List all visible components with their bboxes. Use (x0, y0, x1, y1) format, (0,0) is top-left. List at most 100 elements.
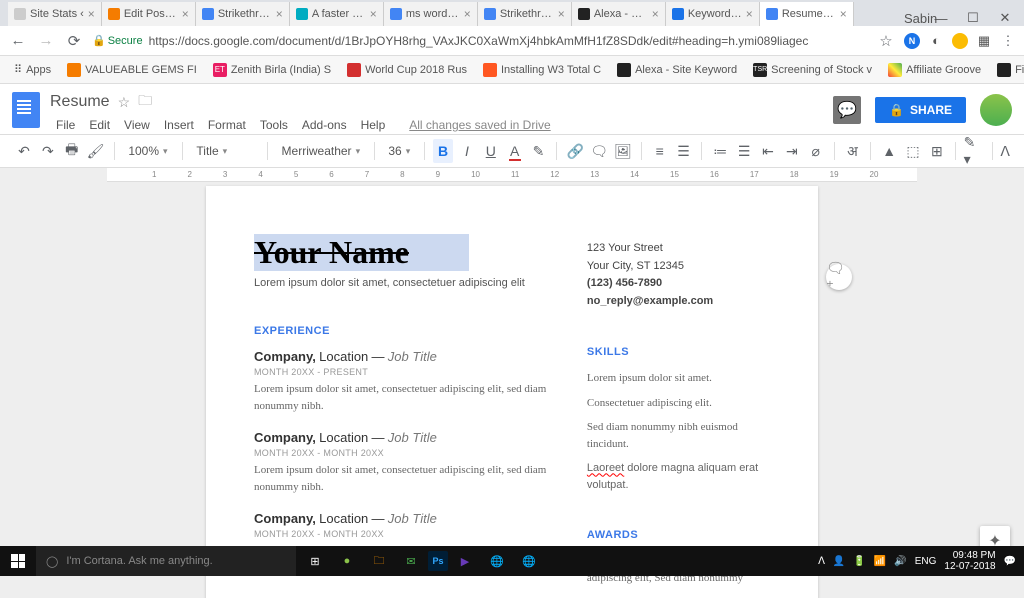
undo-icon[interactable]: ↶ (14, 139, 34, 163)
decrease-indent-icon[interactable]: ⇤ (758, 139, 778, 163)
spelling-error[interactable]: Laoreet (587, 462, 624, 474)
apps-shortcut[interactable]: ⠿Apps (8, 61, 57, 78)
star-icon[interactable]: ☆ (118, 94, 131, 111)
browser-tab[interactable]: Alexa - Site× (572, 2, 666, 26)
document-title[interactable]: Resume (50, 93, 110, 111)
menu-help[interactable]: Help (355, 116, 392, 134)
wifi-icon[interactable]: 📶 (874, 556, 886, 567)
battery-icon[interactable]: 🔋 (853, 556, 865, 567)
bookmark-item[interactable]: Fixya.com Traffic, De (991, 61, 1024, 79)
link-icon[interactable]: 🔗 (565, 139, 585, 163)
taskbar-app-icon[interactable]: Ps (428, 551, 448, 571)
text-color-button[interactable]: A (505, 139, 525, 163)
reload-icon[interactable]: ⟳ (64, 32, 84, 50)
extension-icon[interactable]: ▦ (976, 33, 992, 49)
font-size-select[interactable]: 36 (382, 142, 416, 160)
forward-icon[interactable]: → (36, 32, 56, 49)
browser-tab[interactable]: A faster way× (290, 2, 384, 26)
input-tools-icon[interactable]: अ (843, 139, 863, 163)
bookmark-item[interactable]: Installing W3 Total C (477, 61, 607, 79)
highlight-button[interactable]: ✎ (529, 139, 549, 163)
numbered-list-icon[interactable]: ≔ (710, 139, 730, 163)
volume-icon[interactable]: 🔊 (894, 556, 906, 567)
toolbar-extra-icon[interactable]: ▲ (879, 139, 899, 163)
browser-tab[interactable]: Keyword Pla× (666, 2, 760, 26)
browser-tab[interactable]: ms word alt× (384, 2, 478, 26)
bookmark-item[interactable]: World Cup 2018 Rus (341, 61, 473, 79)
maximize-icon[interactable]: ☐ (958, 10, 988, 26)
underline-button[interactable]: U (481, 139, 501, 163)
chevron-up-icon[interactable]: ᐱ (1000, 143, 1010, 160)
menu-insert[interactable]: Insert (158, 116, 200, 134)
line-spacing-button[interactable]: ☰ (674, 139, 694, 163)
bookmark-item[interactable]: ETZenith Birla (India) S (207, 61, 337, 79)
toolbar-extra-icon[interactable]: ⬚ (903, 139, 923, 163)
star-icon[interactable]: ☆ (876, 32, 896, 50)
taskbar-app-icon[interactable]: 🌐 (482, 546, 512, 576)
language-indicator[interactable]: ENG (915, 556, 937, 567)
url-input[interactable]: 🔒 Secure https://docs.google.com/documen… (92, 34, 868, 48)
docs-logo-icon[interactable] (12, 92, 40, 128)
menu-icon[interactable]: ⋮ (1000, 33, 1016, 49)
bookmark-item[interactable]: VALUEABLE GEMS FI (61, 61, 203, 79)
add-comment-button[interactable]: 🗨⁺ (826, 264, 852, 290)
italic-button[interactable]: I (457, 139, 477, 163)
close-icon[interactable]: × (88, 7, 95, 21)
menu-file[interactable]: File (50, 116, 81, 134)
clear-format-icon[interactable]: ⌀ (806, 139, 826, 163)
bookmark-item[interactable]: Affiliate Groove (882, 61, 987, 79)
close-icon[interactable]: × (746, 7, 753, 21)
increase-indent-icon[interactable]: ⇥ (782, 139, 802, 163)
browser-tab[interactable]: Edit Post ‹ T× (102, 2, 196, 26)
taskbar-app-icon[interactable]: ● (332, 546, 362, 576)
close-icon[interactable]: × (652, 7, 659, 21)
editing-mode-icon[interactable]: ✎ ▾ (964, 139, 984, 163)
browser-tab[interactable]: Strikethroug× (196, 2, 290, 26)
menu-edit[interactable]: Edit (83, 116, 116, 134)
close-icon[interactable]: × (370, 7, 377, 21)
close-icon[interactable]: × (464, 7, 471, 21)
close-icon[interactable]: × (840, 7, 847, 21)
folder-icon[interactable]: 🗀 (138, 90, 152, 114)
paint-format-icon[interactable]: 🖌 (86, 139, 106, 163)
redo-icon[interactable]: ↷ (38, 139, 58, 163)
tray-icon[interactable]: 👤 (833, 556, 845, 567)
tray-chevron-icon[interactable]: ᐱ (818, 556, 825, 567)
bookmark-item[interactable]: TSRScreening of Stock v (747, 61, 878, 79)
share-button[interactable]: 🔒SHARE (875, 97, 966, 123)
align-button[interactable]: ≡ (650, 139, 670, 163)
extension-icon[interactable] (952, 33, 968, 49)
changes-saved-label[interactable]: All changes saved in Drive (403, 116, 556, 134)
menu-tools[interactable]: Tools (254, 116, 294, 134)
document-page[interactable]: 🗨⁺ Your Name Lorem ipsum dolor sit amet,… (206, 186, 818, 598)
browser-tab-active[interactable]: Resume - G× (760, 2, 854, 26)
extension-icon[interactable]: ◐ (928, 33, 944, 49)
taskbar-app-icon[interactable]: ✉ (396, 546, 426, 576)
close-icon[interactable]: × (182, 7, 189, 21)
comments-button[interactable]: 💬 (833, 96, 861, 124)
image-icon[interactable]: 🖼 (613, 139, 633, 163)
taskbar-app-icon[interactable]: ▶ (450, 546, 480, 576)
bulleted-list-icon[interactable]: ☰ (734, 139, 754, 163)
clock[interactable]: 09:48 PM 12-07-2018 (944, 550, 995, 572)
close-icon[interactable]: × (276, 7, 283, 21)
bold-button[interactable]: B (433, 139, 453, 163)
extension-icon[interactable]: N (904, 33, 920, 49)
print-icon[interactable]: 🖶 (62, 139, 82, 163)
zoom-select[interactable]: 100% (122, 142, 173, 160)
menu-format[interactable]: Format (202, 116, 252, 134)
close-icon[interactable]: × (558, 7, 565, 21)
comment-icon[interactable]: 🗨 (589, 139, 609, 163)
notifications-icon[interactable]: 💬 (1004, 556, 1016, 567)
font-select[interactable]: Merriweather (276, 142, 366, 160)
name-heading-selection[interactable]: Your Name (254, 234, 469, 271)
taskbar-app-icon[interactable]: 🗀 (364, 546, 394, 576)
cortana-search[interactable]: ◯I'm Cortana. Ask me anything. (36, 546, 296, 576)
close-window-icon[interactable]: ✕ (990, 10, 1020, 26)
menu-view[interactable]: View (118, 116, 156, 134)
taskbar-app-icon[interactable]: 🌐 (514, 546, 544, 576)
avatar[interactable] (980, 94, 1012, 126)
style-select[interactable]: Title (190, 142, 258, 160)
ruler[interactable]: 1234567891011121314151617181920 (107, 168, 917, 182)
back-icon[interactable]: ← (8, 32, 28, 49)
